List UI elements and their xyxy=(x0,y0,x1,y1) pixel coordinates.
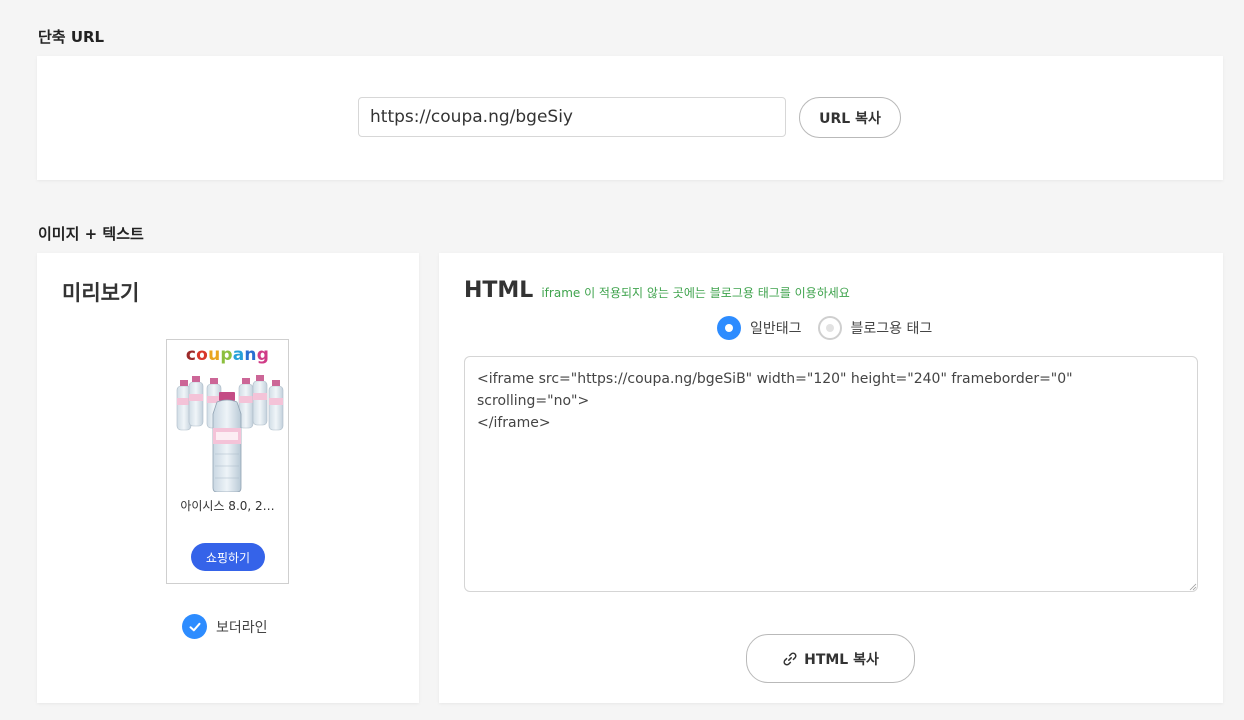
borderline-checkbox[interactable]: 보더라인 xyxy=(182,614,268,639)
resize-grip-icon[interactable] xyxy=(1189,583,1197,591)
preview-card: 미리보기 coupang 아이시스 8.0, 2… 쇼핑하기 보더라인 xyxy=(37,253,419,703)
short-url-card: URL 복사 xyxy=(37,56,1223,180)
image-text-section-title: 이미지 + 텍스트 xyxy=(38,225,144,243)
product-image xyxy=(176,375,284,492)
shop-button[interactable]: 쇼핑하기 xyxy=(191,543,265,571)
html-card: HTML iframe 이 적용되지 않는 곳에는 블로그용 태그를 이용하세요… xyxy=(439,253,1223,703)
radio-selected-icon xyxy=(717,316,741,340)
preview-heading: 미리보기 xyxy=(62,281,140,305)
product-name: 아이시스 8.0, 2… xyxy=(180,499,275,513)
radio-normal-label: 일반태그 xyxy=(750,321,802,337)
radio-blog-label: 블로그용 태그 xyxy=(850,321,933,337)
radio-normal-tag[interactable]: 일반태그 xyxy=(717,316,802,340)
ad-preview-box[interactable]: coupang 아이시스 8.0, 2… 쇼핑하기 xyxy=(166,339,289,584)
short-url-input[interactable] xyxy=(358,97,786,137)
html-heading: HTML xyxy=(464,278,534,303)
radio-unselected-icon xyxy=(817,316,842,340)
borderline-label: 보더라인 xyxy=(216,619,268,636)
url-copy-button[interactable]: URL 복사 xyxy=(799,97,901,138)
radio-blog-tag[interactable]: 블로그용 태그 xyxy=(817,316,933,340)
html-copy-label: HTML 복사 xyxy=(804,651,879,668)
tag-type-radio-group: 일반태그 블로그용 태그 xyxy=(717,316,932,340)
html-copy-button[interactable]: HTML 복사 xyxy=(746,634,915,683)
short-url-section-title: 단축 URL xyxy=(38,28,105,46)
iframe-note: iframe 이 적용되지 않는 곳에는 블로그용 태그를 이용하세요 xyxy=(541,286,850,300)
html-heading-row: HTML iframe 이 적용되지 않는 곳에는 블로그용 태그를 이용하세요 xyxy=(464,278,850,303)
coupang-logo: coupang xyxy=(185,345,270,365)
html-code-textarea[interactable]: <iframe src="https://coupa.ng/bgeSiB" wi… xyxy=(464,356,1198,592)
link-icon xyxy=(783,651,797,666)
check-icon xyxy=(182,614,207,639)
